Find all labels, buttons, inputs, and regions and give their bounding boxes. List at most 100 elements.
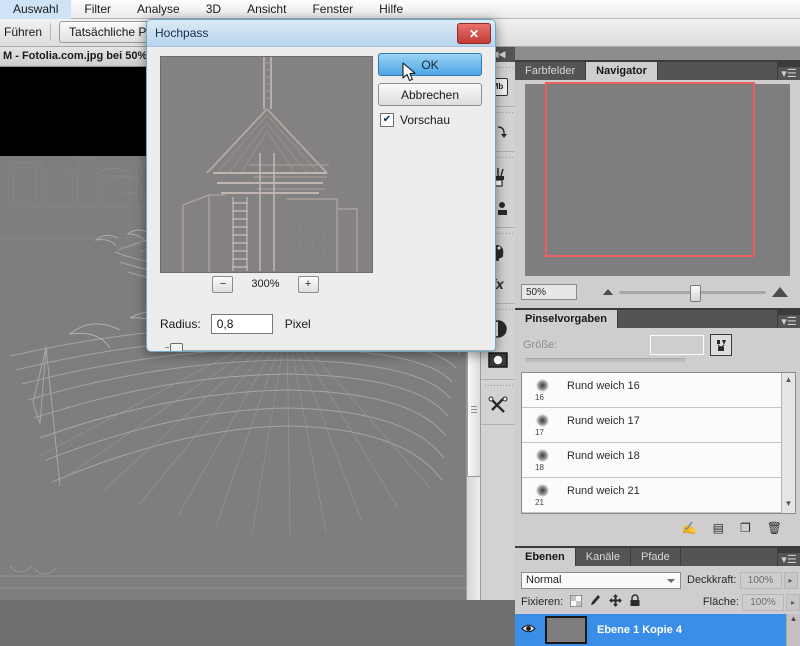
menu-item-analyse[interactable]: Analyse bbox=[124, 0, 193, 19]
tab-farbfelder[interactable]: Farbfelder bbox=[515, 62, 587, 80]
menu-item-auswahl[interactable]: Auswahl bbox=[0, 0, 72, 19]
brush-size-number: 16 bbox=[535, 393, 544, 402]
list-item[interactable]: 18 Rund weich 18 bbox=[522, 443, 795, 478]
ok-button[interactable]: OK bbox=[378, 53, 482, 76]
radius-slider-tick bbox=[165, 347, 169, 348]
menu-item-ansicht[interactable]: Ansicht bbox=[234, 0, 299, 19]
tab-navigator[interactable]: Navigator bbox=[586, 62, 658, 80]
navigator-zoom-slider[interactable] bbox=[619, 284, 766, 302]
preview-zoom-level: 300% bbox=[251, 278, 280, 290]
radius-input[interactable]: 0,8 bbox=[210, 314, 273, 334]
layer-thumbnail[interactable] bbox=[545, 616, 587, 644]
brush-tip-toggle-icon[interactable] bbox=[710, 334, 732, 356]
navigator-zoom-field[interactable]: 50% bbox=[521, 284, 577, 300]
radius-slider[interactable] bbox=[160, 343, 495, 351]
preview-checkbox[interactable]: ✔ bbox=[380, 113, 394, 127]
lock-all-icon[interactable] bbox=[629, 594, 641, 610]
run-label: Führen bbox=[4, 25, 43, 39]
brush-tabbar-filler bbox=[617, 310, 778, 328]
tab-kanaele[interactable]: Kanäle bbox=[575, 548, 631, 566]
menu-item-hilfe[interactable]: Hilfe bbox=[366, 0, 416, 19]
layer-name: Ebene 1 Kopie 4 bbox=[597, 624, 682, 636]
menu-item-3d[interactable]: 3D bbox=[193, 0, 234, 19]
opacity-slider-arrow-icon[interactable]: ▸ bbox=[783, 571, 798, 589]
zoom-in-triangle-icon[interactable] bbox=[772, 287, 788, 297]
brush-preview-icon bbox=[536, 484, 549, 497]
radius-label: Radius: bbox=[160, 317, 201, 331]
layers-scrollbar[interactable]: ▲ bbox=[786, 614, 800, 646]
radius-slider-track[interactable] bbox=[174, 350, 495, 351]
lock-label: Fixieren: bbox=[521, 596, 564, 608]
menu-bar: Auswahl Filter Analyse 3D Ansicht Fenste… bbox=[0, 0, 800, 19]
brush-presets-body: Größe: 16 Rund weich 16 17 Rund weich 17… bbox=[515, 328, 800, 546]
brush-size-input[interactable] bbox=[650, 335, 704, 355]
brush-list-scrollbar[interactable]: ▲ ▼ bbox=[781, 373, 795, 513]
brush-preview-icon bbox=[536, 449, 549, 462]
scroll-up-arrow-icon[interactable]: ▲ bbox=[782, 373, 795, 385]
radius-slider-thumb[interactable] bbox=[170, 343, 183, 351]
list-item[interactable]: 16 Rund weich 16 bbox=[522, 373, 795, 408]
lock-all-glyph bbox=[630, 594, 640, 606]
layers-lock-row: Fixieren: Fläche: 100% ▸ bbox=[515, 592, 800, 612]
navigator-zoom-slider-thumb[interactable] bbox=[689, 284, 701, 302]
lock-position-icon[interactable] bbox=[609, 594, 623, 610]
fill-slider-arrow-icon[interactable]: ▸ bbox=[786, 593, 800, 611]
new-brush-icon[interactable]: ❐ bbox=[740, 521, 751, 535]
fill-value[interactable]: 100% bbox=[742, 593, 784, 611]
zoom-out-button[interactable]: − bbox=[212, 275, 234, 293]
brush-panel-menu-icon[interactable]: ▾☰ bbox=[778, 315, 800, 328]
close-icon[interactable]: ✕ bbox=[457, 23, 491, 44]
zoom-in-button[interactable]: + bbox=[297, 275, 319, 293]
menu-item-filter[interactable]: Filter bbox=[71, 0, 124, 19]
lock-image-icon[interactable] bbox=[589, 594, 602, 610]
brush-panel-icon[interactable]: ▤ bbox=[713, 521, 724, 535]
opacity-value[interactable]: 100% bbox=[739, 571, 782, 589]
brush-panel-footer: ✍ ▤ ❐ 🗑 bbox=[515, 516, 800, 540]
brush-size-slider[interactable] bbox=[525, 358, 685, 362]
layers-panel-menu-icon[interactable]: ▾☰ bbox=[778, 553, 800, 566]
navigator-view-rectangle[interactable] bbox=[545, 82, 755, 257]
layers-panel-body: Normal Deckkraft: 100% ▸ Fixieren: Fläch… bbox=[515, 566, 800, 646]
document-tab-title: M - Fotolia.com.jpg bei 50% bbox=[3, 50, 148, 62]
brush-preset-name: Rund weich 16 bbox=[567, 380, 640, 392]
navigator-footer: 50% bbox=[515, 278, 800, 306]
tab-ebenen[interactable]: Ebenen bbox=[515, 548, 576, 566]
zoom-out-triangle-icon[interactable] bbox=[603, 289, 613, 295]
dialog-preview-image[interactable] bbox=[160, 56, 373, 273]
brush-preset-name: Rund weich 21 bbox=[567, 485, 640, 497]
brush-size-number: 17 bbox=[535, 428, 544, 437]
dock-drag-handle[interactable] bbox=[484, 383, 513, 387]
layer-visibility-eye-icon[interactable] bbox=[521, 623, 536, 637]
preview-zoom-controls: − 300% + bbox=[160, 274, 371, 294]
delete-brush-icon[interactable]: 🗑 bbox=[767, 521, 782, 535]
dialog-titlebar[interactable]: Hochpass ✕ bbox=[147, 20, 495, 47]
right-panel-column: Farbfelder Navigator ▾☰ 50% Pinselvorgab… bbox=[515, 46, 800, 646]
opacity-label: Deckkraft: bbox=[687, 574, 737, 586]
navigator-tabbar: Farbfelder Navigator ▾☰ bbox=[515, 60, 800, 80]
tab-pinselvorgaben[interactable]: Pinselvorgaben bbox=[515, 310, 618, 328]
layers-tabbar: Ebenen Kanäle Pfade ▾☰ bbox=[515, 546, 800, 566]
list-item[interactable]: 17 Rund weich 17 bbox=[522, 408, 795, 443]
preview-checkbox-row[interactable]: ✔ Vorschau bbox=[380, 113, 450, 127]
lock-transparency-icon[interactable] bbox=[569, 594, 583, 610]
options-divider bbox=[50, 23, 52, 41]
brush-size-row: Größe: bbox=[515, 332, 800, 358]
cancel-button[interactable]: Abbrechen bbox=[378, 83, 482, 106]
masks-glyph bbox=[487, 351, 508, 368]
navigator-panel-menu-icon[interactable]: ▾☰ bbox=[778, 67, 800, 80]
tab-pfade[interactable]: Pfade bbox=[631, 548, 681, 566]
tools-icon[interactable] bbox=[481, 389, 514, 420]
scroll-down-arrow-icon[interactable]: ▼ bbox=[782, 497, 795, 509]
list-item[interactable]: 21 Rund weich 21 bbox=[522, 478, 795, 513]
preview-checkbox-label: Vorschau bbox=[400, 113, 451, 127]
tools-glyph bbox=[488, 396, 507, 413]
dialog-title: Hochpass bbox=[155, 26, 209, 40]
load-brush-icon[interactable]: ✍ bbox=[682, 521, 697, 535]
brush-preset-list[interactable]: 16 Rund weich 16 17 Rund weich 17 18 Run… bbox=[521, 372, 796, 514]
table-row[interactable]: Ebene 1 Kopie 4 ▲ bbox=[515, 614, 800, 646]
menu-item-fenster[interactable]: Fenster bbox=[299, 0, 366, 19]
lock-transparency-glyph bbox=[569, 594, 583, 607]
blend-mode-select[interactable]: Normal bbox=[521, 571, 681, 589]
canvas-scroll-thumb[interactable] bbox=[467, 345, 481, 477]
radius-row: Radius: 0,8 Pixel bbox=[160, 312, 450, 336]
